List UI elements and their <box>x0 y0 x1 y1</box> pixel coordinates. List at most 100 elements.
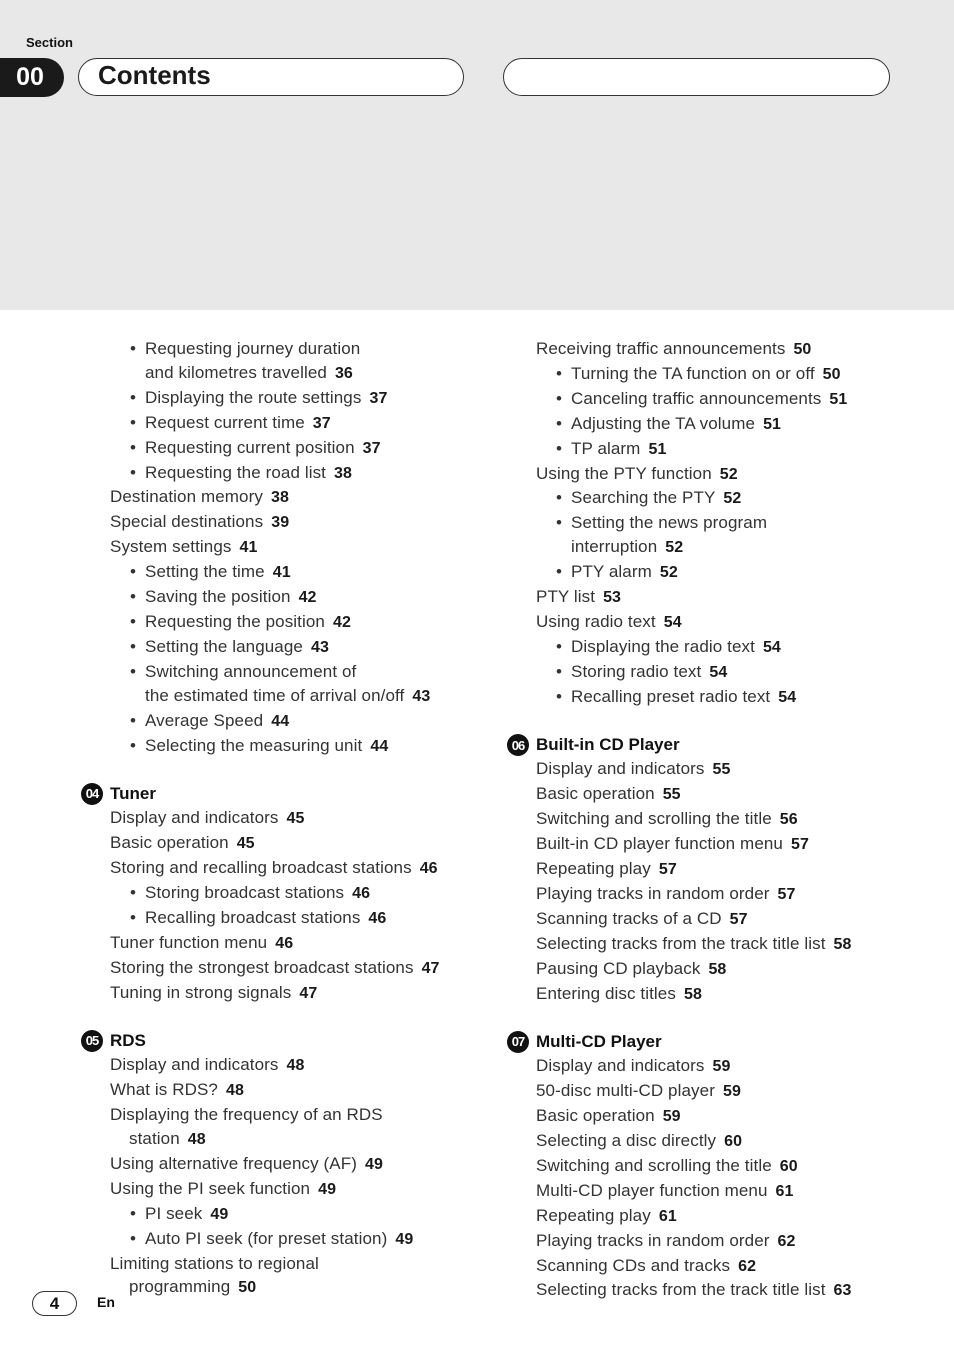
toc-entry[interactable]: Selecting tracks from the track title li… <box>536 1278 916 1303</box>
toc-entry[interactable]: Display and indicators 48 <box>110 1053 490 1078</box>
toc-entry[interactable]: Receiving traffic announcements 50 <box>536 337 916 362</box>
toc-entry[interactable]: Repeating play 61 <box>536 1204 916 1229</box>
toc-entry[interactable]: Using the PTY function 52 <box>536 462 916 487</box>
toc-entry[interactable]: Setting the news program <box>536 511 916 535</box>
toc-entry[interactable]: 50-disc multi-CD player 59 <box>536 1079 916 1104</box>
toc-entry[interactable]: Setting the language 43 <box>110 635 490 660</box>
toc-entry[interactable]: Recalling preset radio text 54 <box>536 685 916 710</box>
toc-entry-text: Using the PTY function <box>536 463 712 483</box>
chapter-title: Multi-CD Player <box>536 1032 662 1052</box>
chapter-heading-tuner[interactable]: 04 Tuner <box>81 782 490 806</box>
toc-entry-page: 61 <box>658 1207 677 1225</box>
toc-entry[interactable]: Selecting the measuring unit 44 <box>110 734 490 759</box>
toc-entry[interactable]: Request current time 37 <box>110 411 490 436</box>
toc-entry[interactable]: and kilometres travelled 36 <box>110 361 490 386</box>
toc-entry[interactable]: Using alternative frequency (AF) 49 <box>110 1152 490 1177</box>
toc-entry[interactable]: Requesting journey duration <box>110 337 490 361</box>
toc-entry-text: Storing the strongest broadcast stations <box>110 957 414 977</box>
toc-entry[interactable]: Saving the position 42 <box>110 585 490 610</box>
toc-entry[interactable]: Requesting current position 37 <box>110 436 490 461</box>
toc-entry[interactable]: Storing radio text 54 <box>536 660 916 685</box>
toc-entry[interactable]: Display and indicators 59 <box>536 1054 916 1079</box>
toc-entry[interactable]: Searching the PTY 52 <box>536 486 916 511</box>
toc-entry[interactable]: Canceling traffic announcements 51 <box>536 387 916 412</box>
toc-entry[interactable]: What is RDS? 48 <box>110 1078 490 1103</box>
toc-entry-page: 49 <box>210 1205 229 1223</box>
toc-entry-text: Displaying the frequency of an RDS <box>110 1105 383 1125</box>
toc-entry-text: Recalling preset radio text <box>571 686 771 706</box>
toc-entry-text: Tuning in strong signals <box>110 982 292 1002</box>
toc-entry-text: Canceling traffic announcements <box>571 388 822 408</box>
toc-entry[interactable]: Setting the time 41 <box>110 560 490 585</box>
toc-entry[interactable]: Switching and scrolling the title 60 <box>536 1154 916 1179</box>
chapter-heading-multi-cd-player[interactable]: 07 Multi-CD Player <box>507 1030 916 1054</box>
toc-entry-page: 51 <box>648 440 667 458</box>
toc-entry[interactable]: Destination memory 38 <box>110 485 490 510</box>
toc-entry[interactable]: Using the PI seek function 49 <box>110 1177 490 1202</box>
chapter-number-icon: 06 <box>507 734 529 757</box>
toc-entry-page: 54 <box>663 613 682 631</box>
toc-entry[interactable]: Scanning tracks of a CD 57 <box>536 907 916 932</box>
toc-entry[interactable]: Storing broadcast stations 46 <box>110 881 490 906</box>
toc-entry[interactable]: Basic operation 55 <box>536 782 916 807</box>
toc-entry[interactable]: Average Speed 44 <box>110 709 490 734</box>
toc-entry[interactable]: Auto PI seek (for preset station) 49 <box>110 1227 490 1252</box>
toc-entry[interactable]: Display and indicators 45 <box>110 806 490 831</box>
toc-entry[interactable]: Switching and scrolling the title 56 <box>536 807 916 832</box>
toc-entry-page: 46 <box>419 860 438 878</box>
toc-entry[interactable]: Requesting the road list 38 <box>110 461 490 486</box>
toc-entry-text: Setting the time <box>145 562 265 582</box>
toc-entry[interactable]: Recalling broadcast stations 46 <box>110 906 490 931</box>
toc-entry[interactable]: Switching announcement of <box>110 660 490 684</box>
chapter-heading-rds[interactable]: 05 RDS <box>81 1029 490 1053</box>
toc-entry[interactable]: Built-in CD player function menu 57 <box>536 832 916 857</box>
toc-entry[interactable]: Selecting a disc directly 60 <box>536 1129 916 1154</box>
toc-entry-page: 52 <box>723 490 742 508</box>
toc-entry[interactable]: Display and indicators 55 <box>536 757 916 782</box>
toc-entry[interactable]: Displaying the route settings 37 <box>110 386 490 411</box>
toc-entry[interactable]: Scanning CDs and tracks 62 <box>536 1254 916 1279</box>
chapter-heading-built-in-cd-player[interactable]: 06 Built-in CD Player <box>507 733 916 757</box>
toc-entry[interactable]: Playing tracks in random order 62 <box>536 1229 916 1254</box>
toc-entry[interactable]: Displaying the radio text 54 <box>536 635 916 660</box>
toc-entry[interactable]: Repeating play 57 <box>536 857 916 882</box>
toc-entry[interactable]: PTY list 53 <box>536 585 916 610</box>
toc-entry[interactable]: Special destinations 39 <box>110 510 490 535</box>
toc-entry[interactable]: Displaying the frequency of an RDS <box>110 1103 490 1127</box>
toc-entry[interactable]: Basic operation 59 <box>536 1104 916 1129</box>
toc-entry[interactable]: PTY alarm 52 <box>536 560 916 585</box>
toc-entry[interactable]: Requesting the position 42 <box>110 610 490 635</box>
toc-entry-text: Setting the news program <box>571 513 768 533</box>
toc-entry-page: 56 <box>779 811 798 829</box>
toc-entry-page: 43 <box>310 638 329 656</box>
toc-entry[interactable]: Adjusting the TA volume 51 <box>536 412 916 437</box>
toc-entry[interactable]: Tuning in strong signals 47 <box>110 981 490 1006</box>
toc-entry[interactable]: interruption 52 <box>536 535 916 560</box>
toc-left-column: Requesting journey duration and kilometre… <box>81 337 490 1300</box>
toc-entry[interactable]: Limiting stations to regional <box>110 1252 490 1276</box>
toc-entry[interactable]: Tuner function menu 46 <box>110 931 490 956</box>
section-number-badge: 00 <box>0 58 64 97</box>
toc-entry[interactable]: programming 50 <box>110 1275 490 1300</box>
toc-entry[interactable]: station 48 <box>110 1127 490 1152</box>
toc-entry[interactable]: the estimated time of arrival on/off 43 <box>110 684 490 709</box>
toc-entry[interactable]: Pausing CD playback 58 <box>536 957 916 982</box>
toc-entry[interactable]: Multi-CD player function menu 61 <box>536 1179 916 1204</box>
toc-entry[interactable]: Storing the strongest broadcast stations… <box>110 956 490 981</box>
toc-entry[interactable]: Storing and recalling broadcast stations… <box>110 856 490 881</box>
toc-entry[interactable]: Using radio text 54 <box>536 610 916 635</box>
toc-entry[interactable]: Basic operation 45 <box>110 831 490 856</box>
toc-entry[interactable]: System settings 41 <box>110 535 490 560</box>
toc-entry[interactable]: Entering disc titles 58 <box>536 982 916 1007</box>
toc-entry[interactable]: Selecting tracks from the track title li… <box>536 932 916 957</box>
toc-entry-page: 43 <box>412 687 431 705</box>
toc-entry[interactable]: PI seek 49 <box>110 1202 490 1227</box>
toc-entry-text: Selecting a disc directly <box>536 1130 717 1150</box>
toc-entry[interactable]: TP alarm 51 <box>536 437 916 462</box>
toc-entry[interactable]: Turning the TA function on or off 50 <box>536 362 916 387</box>
toc-entry-text: Request current time <box>145 412 305 432</box>
toc-entry[interactable]: Playing tracks in random order 57 <box>536 882 916 907</box>
toc-entry-page: 49 <box>364 1155 383 1173</box>
